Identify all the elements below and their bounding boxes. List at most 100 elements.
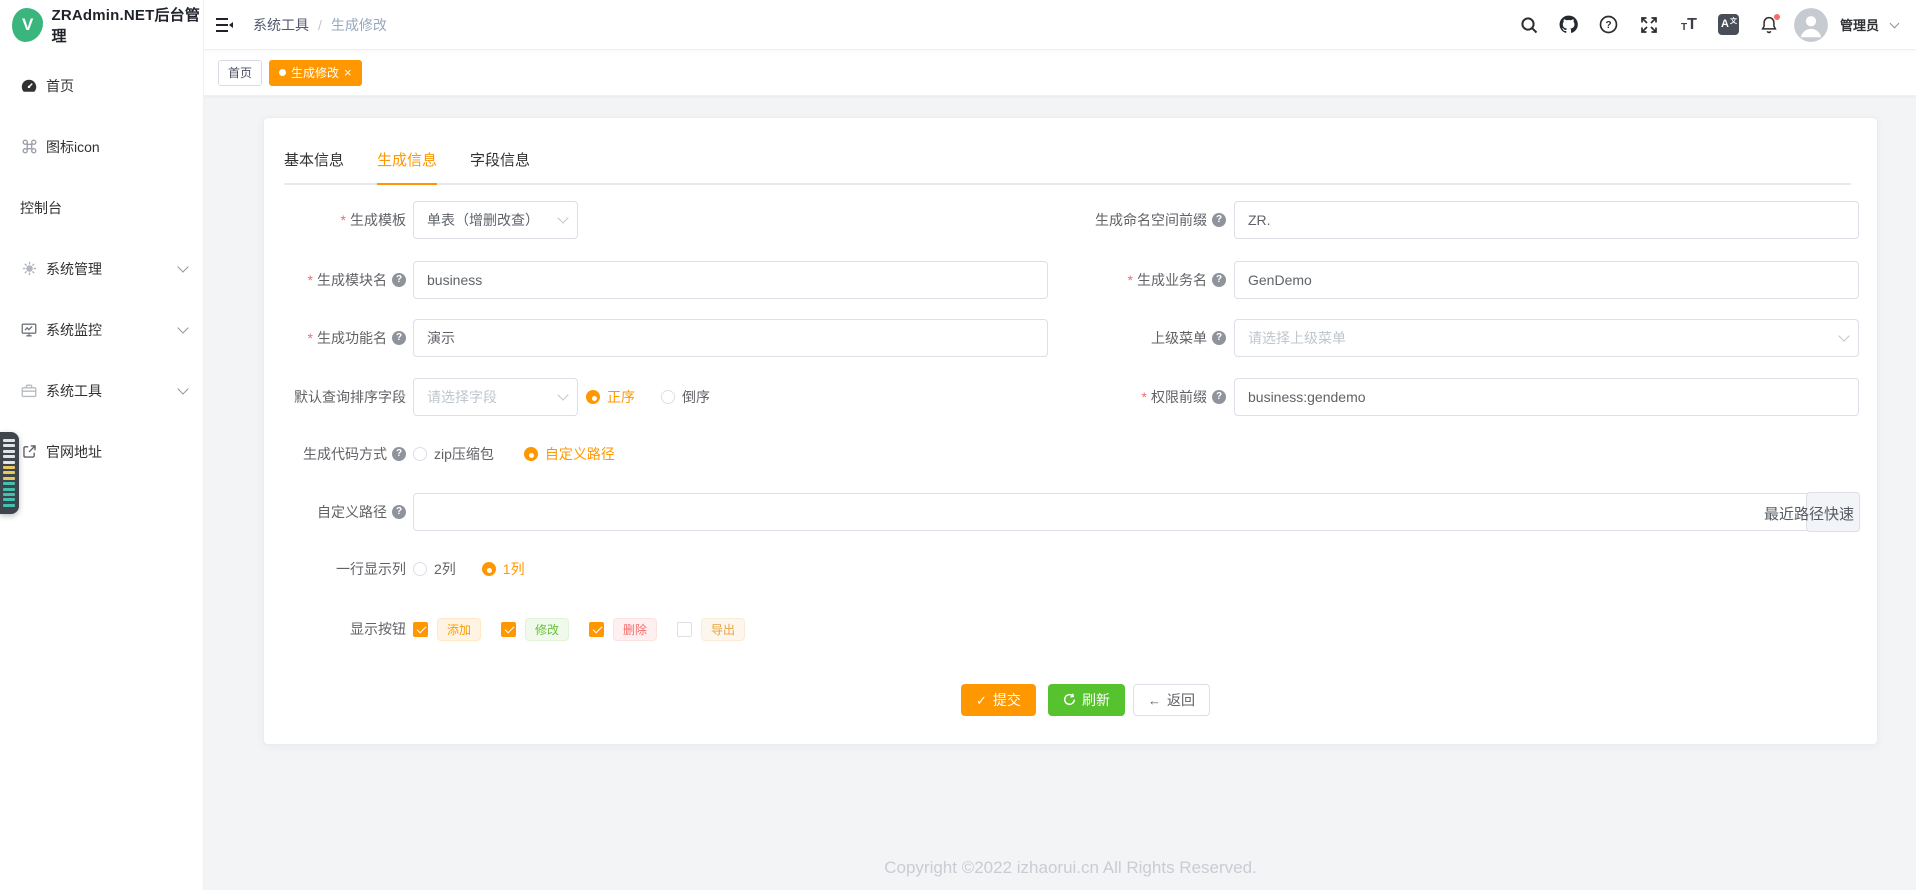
field-label-columns: 一行显示列: [264, 550, 406, 588]
help-icon[interactable]: ?: [392, 273, 406, 287]
sidebar-item-official-site[interactable]: 官网地址: [0, 421, 203, 482]
sidebar-item-label: 官网地址: [46, 442, 187, 462]
fullscreen-icon[interactable]: [1634, 10, 1664, 40]
translate-letter-small: 文: [1730, 18, 1737, 25]
label-text: 生成业务名: [1137, 270, 1207, 290]
close-icon[interactable]: ×: [344, 66, 352, 79]
radio-one-column[interactable]: 1列: [482, 559, 525, 579]
radio-sort-asc[interactable]: 正序: [586, 387, 635, 407]
help-icon[interactable]: ?: [392, 331, 406, 345]
radio-zip[interactable]: zip压缩包: [413, 444, 494, 464]
sidebar-item-home[interactable]: 首页: [0, 55, 203, 116]
tab-label: 生成修改: [291, 64, 339, 81]
sidebar-item-system-management[interactable]: 系统管理: [0, 238, 203, 299]
chevron-down-icon: [1838, 330, 1849, 341]
form-row: * 生成模板 单表（增删改查） 生成命名空间前缀 ?: [264, 201, 1877, 239]
template-select[interactable]: 单表（增删改查）: [413, 201, 578, 239]
sidebar-item-label: 图标icon: [46, 137, 187, 157]
active-dot-icon: [279, 69, 286, 76]
perm-prefix-input[interactable]: [1235, 379, 1858, 415]
radio-sort-desc[interactable]: 倒序: [661, 387, 710, 407]
sidebar-item-system-tools[interactable]: 系统工具: [0, 360, 203, 421]
field-label-function: * 生成功能名 ?: [264, 319, 406, 357]
help-icon[interactable]: ?: [1594, 10, 1624, 40]
form-row: 生成代码方式 ? zip压缩包 自定义路径: [264, 435, 1877, 473]
handle-stripe: [3, 488, 15, 491]
check-icon: ✓: [976, 694, 987, 707]
custom-path-input[interactable]: [414, 494, 1858, 530]
radio-icon: [413, 447, 427, 461]
namespace-input[interactable]: [1235, 202, 1858, 238]
checkbox-delete[interactable]: 删除: [589, 618, 657, 641]
checkbox-icon: [413, 622, 428, 637]
app-logo-row[interactable]: V ZRAdmin.NET后台管理: [0, 0, 203, 50]
parent-menu-select[interactable]: 请选择上级菜单: [1234, 319, 1859, 357]
handle-stripe: [3, 444, 15, 447]
tab-basic-info[interactable]: 基本信息: [284, 149, 344, 183]
field-label-perm-prefix: * 权限前缀 ?: [904, 378, 1226, 416]
refresh-button[interactable]: 刷新: [1048, 684, 1125, 716]
sidebar-item-label: 首页: [46, 76, 187, 96]
sidebar-item-label: 系统管理: [46, 259, 179, 279]
font-size-icon[interactable]: TT: [1674, 10, 1704, 40]
checkbox-icon: [589, 622, 604, 637]
github-icon[interactable]: [1554, 10, 1584, 40]
sidebar-item-label: 系统监控: [46, 320, 179, 340]
radio-label: 2列: [434, 559, 456, 579]
checkbox-export[interactable]: 导出: [677, 618, 745, 641]
checkbox-edit[interactable]: 修改: [501, 618, 569, 641]
sidebar-item-system-monitor[interactable]: 系统监控: [0, 299, 203, 360]
app-logo: V: [12, 8, 43, 42]
label-text: 生成模块名: [317, 270, 387, 290]
tab-generate-info[interactable]: 生成信息: [377, 149, 437, 183]
sidebar-item-console[interactable]: 控制台: [0, 177, 203, 238]
handle-stripe: [3, 455, 15, 458]
search-icon[interactable]: [1514, 10, 1544, 40]
sidebar-item-icons[interactable]: 图标icon: [0, 116, 203, 177]
sidebar-fold-icon[interactable]: [213, 14, 235, 36]
chevron-down-icon: [177, 261, 188, 272]
handle-stripe: [3, 466, 15, 469]
radio-two-columns[interactable]: 2列: [413, 559, 456, 579]
sidebar-item-label: 系统工具: [46, 381, 179, 401]
checkbox-icon: [677, 622, 692, 637]
help-icon[interactable]: ?: [1212, 331, 1226, 345]
tab-home[interactable]: 首页: [218, 60, 262, 86]
required-asterisk: *: [308, 330, 313, 346]
recent-path-label[interactable]: 最近路径快速: [1764, 494, 1854, 532]
back-button[interactable]: ← 返回: [1133, 684, 1210, 716]
sort-field-select[interactable]: 请选择字段: [413, 378, 578, 416]
help-icon[interactable]: ?: [392, 505, 406, 519]
radio-custom-path[interactable]: 自定义路径: [524, 444, 615, 464]
theme-drawer-handle[interactable]: [0, 432, 19, 514]
checkbox-add[interactable]: 添加: [413, 618, 481, 641]
radio-label: 倒序: [682, 387, 710, 407]
columns-radio-group: 2列 1列: [413, 550, 525, 588]
user-dropdown-chevron-icon[interactable]: [1890, 18, 1900, 28]
help-icon[interactable]: ?: [392, 447, 406, 461]
submit-button[interactable]: ✓ 提交: [961, 684, 1036, 716]
sidebar-item-label: 控制台: [20, 198, 187, 218]
button-tag-add: 添加: [437, 618, 481, 641]
translate-icon[interactable]: A文: [1714, 10, 1744, 40]
chevron-down-icon: [177, 383, 188, 394]
handle-stripe: [3, 439, 15, 442]
radio-icon: [482, 562, 496, 576]
username[interactable]: 管理员: [1840, 15, 1879, 34]
form-row: * 生成功能名 ? 上级菜单 ? 请选择上级菜单: [264, 319, 1877, 357]
help-icon[interactable]: ?: [1212, 213, 1226, 227]
refresh-icon: [1063, 693, 1076, 708]
help-icon[interactable]: ?: [1212, 273, 1226, 287]
avatar[interactable]: [1794, 8, 1828, 42]
button-label: 返回: [1167, 690, 1195, 710]
business-input[interactable]: [1235, 262, 1858, 298]
breadcrumb-item-parent[interactable]: 系统工具: [253, 15, 309, 35]
bell-icon[interactable]: [1754, 10, 1784, 40]
field-label-code-method: 生成代码方式 ?: [264, 435, 406, 473]
tab-gen-edit[interactable]: 生成修改 ×: [269, 60, 362, 86]
help-icon[interactable]: ?: [1212, 390, 1226, 404]
tab-field-info[interactable]: 字段信息: [470, 149, 530, 183]
sidebar-menu: 首页 图标icon 控制台 系统管理: [0, 50, 203, 482]
form-row: * 生成模块名 ? * 生成业务名 ?: [264, 261, 1877, 299]
label-text: 生成命名空间前缀: [1095, 210, 1207, 230]
